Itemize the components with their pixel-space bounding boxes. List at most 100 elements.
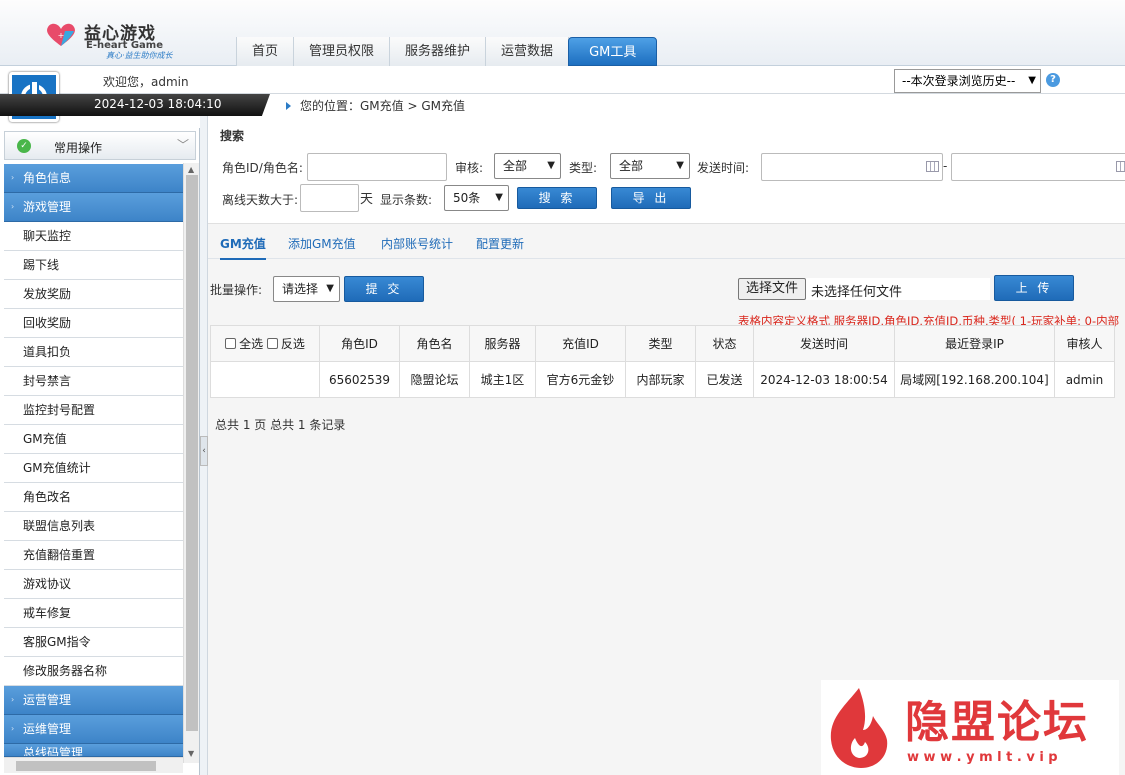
- row-select-cell: [210, 361, 320, 398]
- cell-recharge-id: 官方6元金钞: [535, 361, 626, 398]
- tab-gm-recharge[interactable]: GM充值: [220, 235, 266, 260]
- sidebar-item-alliance-list[interactable]: 联盟信息列表: [4, 512, 183, 541]
- send-time-start-input[interactable]: [761, 153, 943, 181]
- cell-server: 城主1区: [469, 361, 536, 398]
- breadcrumb-text: 您的位置：GM充值 > GM充值: [300, 99, 465, 113]
- select-all-cell: 全选 反选: [210, 325, 320, 362]
- file-status-text: 未选择任何文件: [811, 285, 903, 300]
- col-header-role-id: 角色ID: [319, 325, 400, 362]
- calendar-icon[interactable]: [926, 161, 939, 172]
- offline-days-label: 离线天数大于:: [222, 193, 299, 207]
- cell-type: 内部玩家: [625, 361, 696, 398]
- sidebar-item-item-deduction[interactable]: 道具扣负: [4, 338, 183, 367]
- pagination-summary: 总共 1 页 总共 1 条记录: [215, 418, 346, 432]
- cell-status: 已发送: [695, 361, 754, 398]
- arrow-right-icon: [286, 102, 291, 110]
- sidebar-item-send-rewards[interactable]: 发放奖励: [4, 280, 183, 309]
- bullet-icon: ›: [11, 724, 15, 733]
- display-count-label: 显示条数:: [380, 193, 433, 207]
- sidebar-category-game-management[interactable]: › 游戏管理: [4, 193, 183, 222]
- offline-days-input[interactable]: [300, 184, 359, 212]
- tab-config-update[interactable]: 配置更新: [476, 235, 524, 252]
- sidebar-item-game-protocol[interactable]: 游戏协议: [4, 570, 183, 599]
- export-button[interactable]: 导 出: [611, 187, 691, 209]
- sidebar-item-vehicle-repair[interactable]: 戒车修复: [4, 599, 183, 628]
- col-header-auditor: 审核人: [1054, 325, 1115, 362]
- scroll-up-icon[interactable]: ▲: [188, 165, 194, 174]
- table-row[interactable]: 65602539 隐盟论坛 城主1区 官方6元金钞 内部玩家 已发送 2024-…: [210, 361, 1115, 398]
- sidebar-vertical-scrollbar[interactable]: ▲ ▼: [183, 163, 199, 763]
- sidebar-item-chat-monitor[interactable]: 聊天监控: [4, 222, 183, 251]
- nav-tab-admin-permissions[interactable]: 管理员权限: [294, 37, 391, 66]
- audit-select[interactable]: 全部 ▼: [494, 153, 561, 179]
- sidebar-item-ban-monitor-config[interactable]: 监控封号配置: [4, 396, 183, 425]
- invert-select-checkbox[interactable]: [266, 338, 278, 349]
- watermark: 隐盟论坛 w w w . y m l t . v i p: [821, 680, 1119, 775]
- sidebar-category-maintenance[interactable]: › 运维管理: [4, 715, 183, 744]
- scrollbar-thumb[interactable]: [186, 175, 198, 731]
- sidebar-item-gm-recharge-stats[interactable]: GM充值统计: [4, 454, 183, 483]
- chevron-down-icon: ▼: [676, 160, 684, 171]
- upload-button[interactable]: 上 传: [994, 275, 1074, 301]
- tab-add-gm-recharge[interactable]: 添加GM充值: [288, 235, 356, 252]
- common-operations-header[interactable]: ✓ 常用操作 ﹀: [4, 131, 196, 160]
- sidebar-item-kick-offline[interactable]: 踢下线: [4, 251, 183, 280]
- collapse-arrow-icon[interactable]: ‹: [200, 436, 208, 466]
- day-unit: 天: [360, 192, 374, 207]
- nav-tab-operations-data[interactable]: 运营数据: [486, 37, 570, 66]
- role-id-label: 角色ID/角色名:: [222, 161, 303, 175]
- sidebar-category-role-info[interactable]: › 角色信息: [4, 164, 183, 193]
- sidebar-item-ban-mute[interactable]: 封号禁言: [4, 367, 183, 396]
- col-header-server: 服务器: [469, 325, 536, 362]
- sidebar-horizontal-scrollbar[interactable]: [4, 757, 183, 773]
- sidebar-item-cs-gm-command[interactable]: 客服GM指令: [4, 628, 183, 657]
- batch-operation-select[interactable]: 请选择 ▼: [273, 276, 340, 302]
- col-header-recharge-id: 充值ID: [535, 325, 626, 362]
- send-time-end-input[interactable]: [951, 153, 1125, 181]
- chevron-down-icon: ▼: [1028, 75, 1036, 86]
- history-select[interactable]: --本次登录浏览历史-- ▼: [894, 69, 1041, 93]
- current-datetime: 2024-12-03 18:04:10: [94, 97, 222, 111]
- col-header-send-time: 发送时间: [753, 325, 895, 362]
- select-all-checkbox[interactable]: [225, 338, 237, 349]
- calendar-icon[interactable]: [1116, 161, 1125, 172]
- breadcrumb: 您的位置：GM充值 > GM充值: [286, 97, 465, 114]
- svg-text:+: +: [58, 31, 65, 40]
- sidebar-item-gm-recharge[interactable]: GM充值: [4, 425, 183, 454]
- brand-logo[interactable]: + 益心游戏 E-heart Game 真心·益生助你成长: [40, 16, 200, 62]
- file-input[interactable]: 选择文件 未选择任何文件: [738, 278, 990, 300]
- watermark-title: 隐盟论坛: [905, 697, 1089, 748]
- send-time-label: 发送时间:: [697, 161, 750, 175]
- type-select[interactable]: 全部 ▼: [610, 153, 690, 179]
- history-select-value: --本次登录浏览历史--: [902, 74, 1016, 88]
- main-content: 搜索 角色ID/角色名: 审核: 全部 ▼ 类型: 全部 ▼ 发送时间: - 离线天…: [208, 116, 1125, 775]
- nav-tab-server-maintenance[interactable]: 服务器维护: [390, 37, 487, 66]
- common-operations-label: 常用操作: [54, 141, 103, 155]
- sidebar-item-recharge-double-reset[interactable]: 充值翻倍重置: [4, 541, 183, 570]
- display-count-select[interactable]: 50条 ▼: [444, 185, 509, 211]
- search-button[interactable]: 搜 索: [517, 187, 597, 209]
- cell-role-id: 65602539: [319, 361, 400, 398]
- sidebar-item-rename-role[interactable]: 角色改名: [4, 483, 183, 512]
- tab-internal-account-stats[interactable]: 内部账号统计: [381, 235, 453, 252]
- nav-tab-home[interactable]: 首页: [237, 37, 295, 66]
- check-circle-icon: ✓: [17, 139, 31, 153]
- nav-tab-gm-tools[interactable]: GM工具: [568, 37, 658, 66]
- cell-auditor: admin: [1054, 361, 1115, 398]
- watermark-url: w w w . y m l t . v i p: [907, 750, 1058, 765]
- scrollbar-thumb[interactable]: [16, 761, 156, 771]
- role-id-input[interactable]: [307, 153, 447, 181]
- sidebar-item-recall-rewards[interactable]: 回收奖励: [4, 309, 183, 338]
- sidebar-item-rename-server[interactable]: 修改服务器名称: [4, 657, 183, 686]
- col-header-status: 状态: [695, 325, 754, 362]
- help-icon[interactable]: ?: [1046, 73, 1060, 87]
- welcome-text: 欢迎您，admin: [103, 75, 189, 89]
- choose-file-button[interactable]: 选择文件: [738, 278, 806, 300]
- scroll-down-icon[interactable]: ▼: [188, 749, 194, 758]
- sidebar-splitter[interactable]: ‹: [200, 116, 208, 775]
- heart-logo-icon: +: [47, 23, 75, 46]
- sidebar-category-bottom[interactable]: 总线码管理: [4, 744, 183, 757]
- batch-operation-label: 批量操作:: [210, 283, 263, 297]
- batch-submit-button[interactable]: 提 交: [344, 276, 424, 302]
- sidebar-category-operations[interactable]: › 运营管理: [4, 686, 183, 715]
